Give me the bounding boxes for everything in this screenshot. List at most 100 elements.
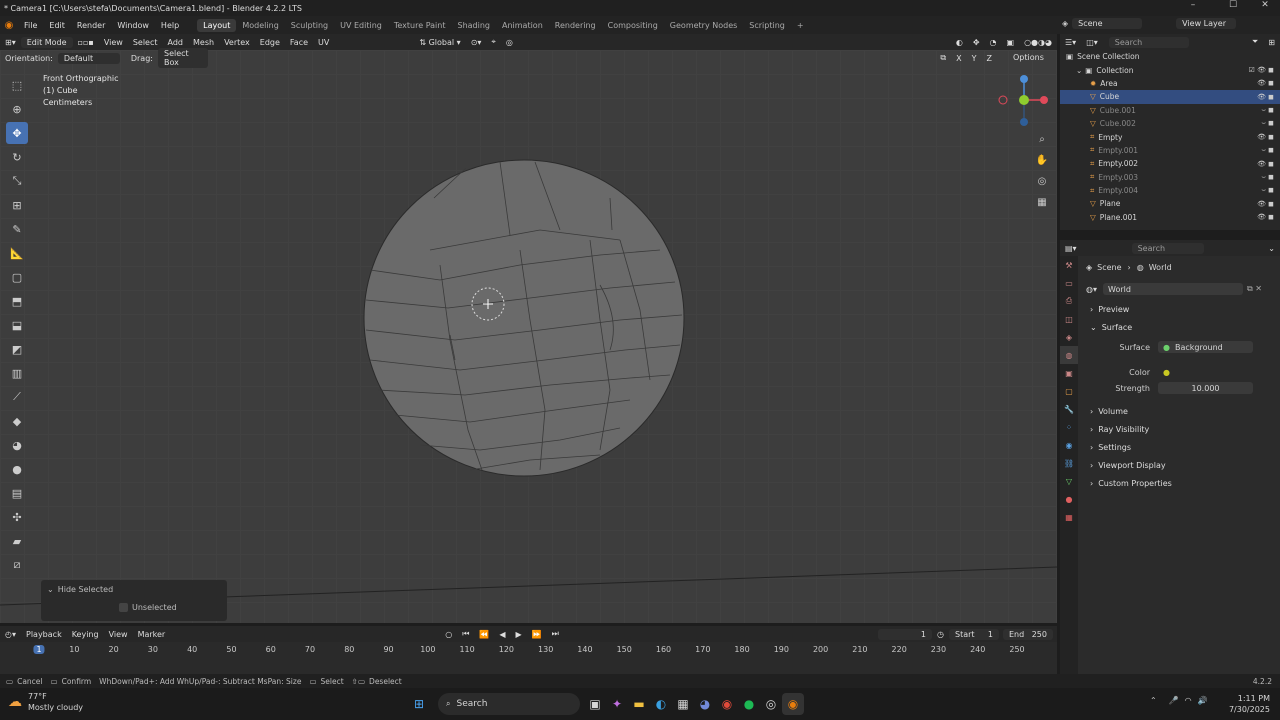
section-settings[interactable]: › Settings <box>1078 438 1280 456</box>
knife-tool-icon[interactable]: ⟋ <box>6 386 28 408</box>
camera-view-icon[interactable]: ◎ <box>1034 172 1050 190</box>
prev-keyframe-icon[interactable]: ⏪ <box>474 629 494 640</box>
properties-search[interactable]: Search <box>1131 242 1204 254</box>
menu-vertex[interactable]: Vertex <box>219 37 255 48</box>
menu-face[interactable]: Face <box>285 37 313 48</box>
move-tool-icon[interactable]: ✥ <box>6 122 28 144</box>
maximize-icon[interactable]: ☐ <box>1218 0 1248 10</box>
particles-tab-icon[interactable]: ⁘ <box>1060 418 1078 436</box>
gizmo-toggle-icon[interactable]: ✥ <box>968 37 985 48</box>
options-chevron-icon[interactable]: ⌄ <box>1263 243 1280 254</box>
select-box-tool-icon[interactable]: ⬚ <box>6 74 28 96</box>
edge-browser-icon[interactable]: ◐ <box>650 693 672 715</box>
tab-scripting[interactable]: Scripting <box>743 19 791 32</box>
menu-uv[interactable]: UV <box>313 37 334 48</box>
rotate-tool-icon[interactable]: ↻ <box>6 146 28 168</box>
tab-animation[interactable]: Animation <box>496 19 549 32</box>
visibility-icons[interactable]: ⌣ ◼ <box>1261 146 1274 155</box>
texture-tab-icon[interactable]: ▦ <box>1060 508 1078 526</box>
mirror-icon[interactable]: ⧉ <box>935 52 951 64</box>
section-volume[interactable]: › Volume <box>1078 402 1280 420</box>
tab-layout[interactable]: Layout <box>197 18 237 32</box>
microphone-icon[interactable]: 🎤 <box>1169 696 1179 705</box>
visibility-icons[interactable]: ☑ 👁 ◼ <box>1249 66 1274 74</box>
play-reverse-icon[interactable]: ◀ <box>494 629 510 640</box>
cursor-tool-icon[interactable]: ⊕ <box>6 98 28 120</box>
section-custom-properties[interactable]: › Custom Properties <box>1078 474 1280 492</box>
properties-editor-icon[interactable]: ▤▾ <box>1060 243 1082 254</box>
steam-icon[interactable]: ◎ <box>760 693 782 715</box>
jump-end-icon[interactable]: ⏭ <box>547 628 564 640</box>
overlay-toggle-icon[interactable]: ◔ <box>985 37 1002 48</box>
shear-tool-icon[interactable]: ▰ <box>6 530 28 552</box>
section-preview[interactable]: › Preview <box>1078 300 1280 318</box>
menu-timeline-view[interactable]: View <box>104 629 133 640</box>
outliner-editor-icon[interactable]: ☰▾ <box>1060 37 1081 48</box>
transform-orientation-dropdown[interactable]: ⇅ Global ▾ <box>414 37 465 48</box>
editor-type-icon[interactable]: ⊞▾ <box>0 37 21 48</box>
outliner-item[interactable]: ⌗ Empty.001 ⌣ ◼ <box>1060 144 1280 157</box>
outliner-item[interactable]: ⌗ Empty.003 ⌣ ◼ <box>1060 171 1280 184</box>
weather-widget[interactable]: ☁ 77°F Mostly cloudy <box>8 691 83 713</box>
section-surface[interactable]: ⌄ Surface <box>1078 318 1280 336</box>
tab-rendering[interactable]: Rendering <box>549 19 602 32</box>
snap-icon[interactable]: ⌖ <box>486 36 501 48</box>
poly-build-tool-icon[interactable]: ◆ <box>6 410 28 432</box>
tool-tab-icon[interactable]: ⚒ <box>1060 256 1078 274</box>
visibility-icons[interactable]: 👁 ◼ <box>1257 213 1274 221</box>
menu-add[interactable]: Add <box>163 37 189 48</box>
proportional-edit-icon[interactable]: ◎ <box>501 37 518 48</box>
outliner-item[interactable]: ▽ Plane.001 👁 ◼ <box>1060 211 1280 224</box>
autokey-icon[interactable]: ○ <box>440 629 457 640</box>
extrude-tool-icon[interactable]: ⬒ <box>6 290 28 312</box>
edge-slide-tool-icon[interactable]: ▤ <box>6 482 28 504</box>
mode-selector[interactable]: Edit Mode <box>20 36 73 48</box>
collection-row[interactable]: ⌄ ▣ Collection ☑ 👁 ◼ <box>1060 63 1280 76</box>
visibility-icons[interactable]: ⌣ ◼ <box>1261 119 1274 128</box>
spin-tool-icon[interactable]: ◕ <box>6 434 28 456</box>
color-field[interactable]: ● <box>1158 366 1253 378</box>
blender-logo-icon[interactable]: ◉ <box>0 20 18 31</box>
menu-keying[interactable]: Keying <box>67 629 104 640</box>
tab-sculpting[interactable]: Sculpting <box>285 19 334 32</box>
discord-icon[interactable]: ◕ <box>694 693 716 715</box>
frame-ruler[interactable]: 1 10 20 30 40 50 60 70 80 90 100 110 120 130 140 150 160… <box>0 644 1057 658</box>
menu-view[interactable]: View <box>99 37 128 48</box>
end-frame-field[interactable]: End 250 <box>1003 628 1053 640</box>
transform-tool-icon[interactable]: ⊞ <box>6 194 28 216</box>
start-frame-field[interactable]: Start 1 <box>949 628 999 640</box>
spotify-icon[interactable]: ● <box>738 693 760 715</box>
mirror-z-toggle[interactable]: Z <box>982 53 997 64</box>
tab-geometry-nodes[interactable]: Geometry Nodes <box>664 19 743 32</box>
bevel-tool-icon[interactable]: ◩ <box>6 338 28 360</box>
outliner-item[interactable]: ⌗ Empty.002 👁 ◼ <box>1060 157 1280 170</box>
shrink-fatten-tool-icon[interactable]: ✣ <box>6 506 28 528</box>
output-tab-icon[interactable]: ⎙ <box>1060 292 1078 310</box>
wifi-icon[interactable]: ◠ <box>1185 696 1192 705</box>
view-layer-tab-icon[interactable]: ◫ <box>1060 310 1078 328</box>
pivot-icon[interactable]: ⊙▾ <box>466 37 487 48</box>
menu-window[interactable]: Window <box>111 21 155 30</box>
xray-toggle-icon[interactable]: ▣ <box>1002 37 1020 48</box>
menu-file[interactable]: File <box>18 21 43 30</box>
strength-field[interactable]: 10.000 <box>1158 382 1253 394</box>
minimize-icon[interactable]: – <box>1178 0 1208 10</box>
navigation-gizmo[interactable] <box>996 72 1052 128</box>
display-mode-icon[interactable]: ◫▾ <box>1081 37 1103 48</box>
last-operator-header[interactable]: ⌄ Hide Selected <box>41 580 227 598</box>
visibility-icons[interactable]: ⌣ ◼ <box>1261 186 1274 195</box>
menu-help[interactable]: Help <box>155 21 185 30</box>
inset-tool-icon[interactable]: ⬓ <box>6 314 28 336</box>
world-actions-icon[interactable]: ⧉ ✕ <box>1247 284 1262 294</box>
section-viewport-display[interactable]: › Viewport Display <box>1078 456 1280 474</box>
scale-tool-icon[interactable]: ⤡ <box>6 170 28 192</box>
outliner-item[interactable]: ▽ Plane 👁 ◼ <box>1060 197 1280 210</box>
scene-collection-row[interactable]: ▣ Scene Collection <box>1060 50 1280 63</box>
surface-shader-field[interactable]: ● Background <box>1158 341 1253 353</box>
zoom-icon[interactable]: ⌕ <box>1034 130 1050 148</box>
loop-cut-tool-icon[interactable]: ▥ <box>6 362 28 384</box>
windows-start-icon[interactable]: ⊞ <box>408 693 430 715</box>
play-icon[interactable]: ▶ <box>511 629 527 640</box>
options-dropdown[interactable]: Options <box>1008 52 1049 63</box>
orientation-dropdown[interactable]: Default <box>57 52 120 64</box>
